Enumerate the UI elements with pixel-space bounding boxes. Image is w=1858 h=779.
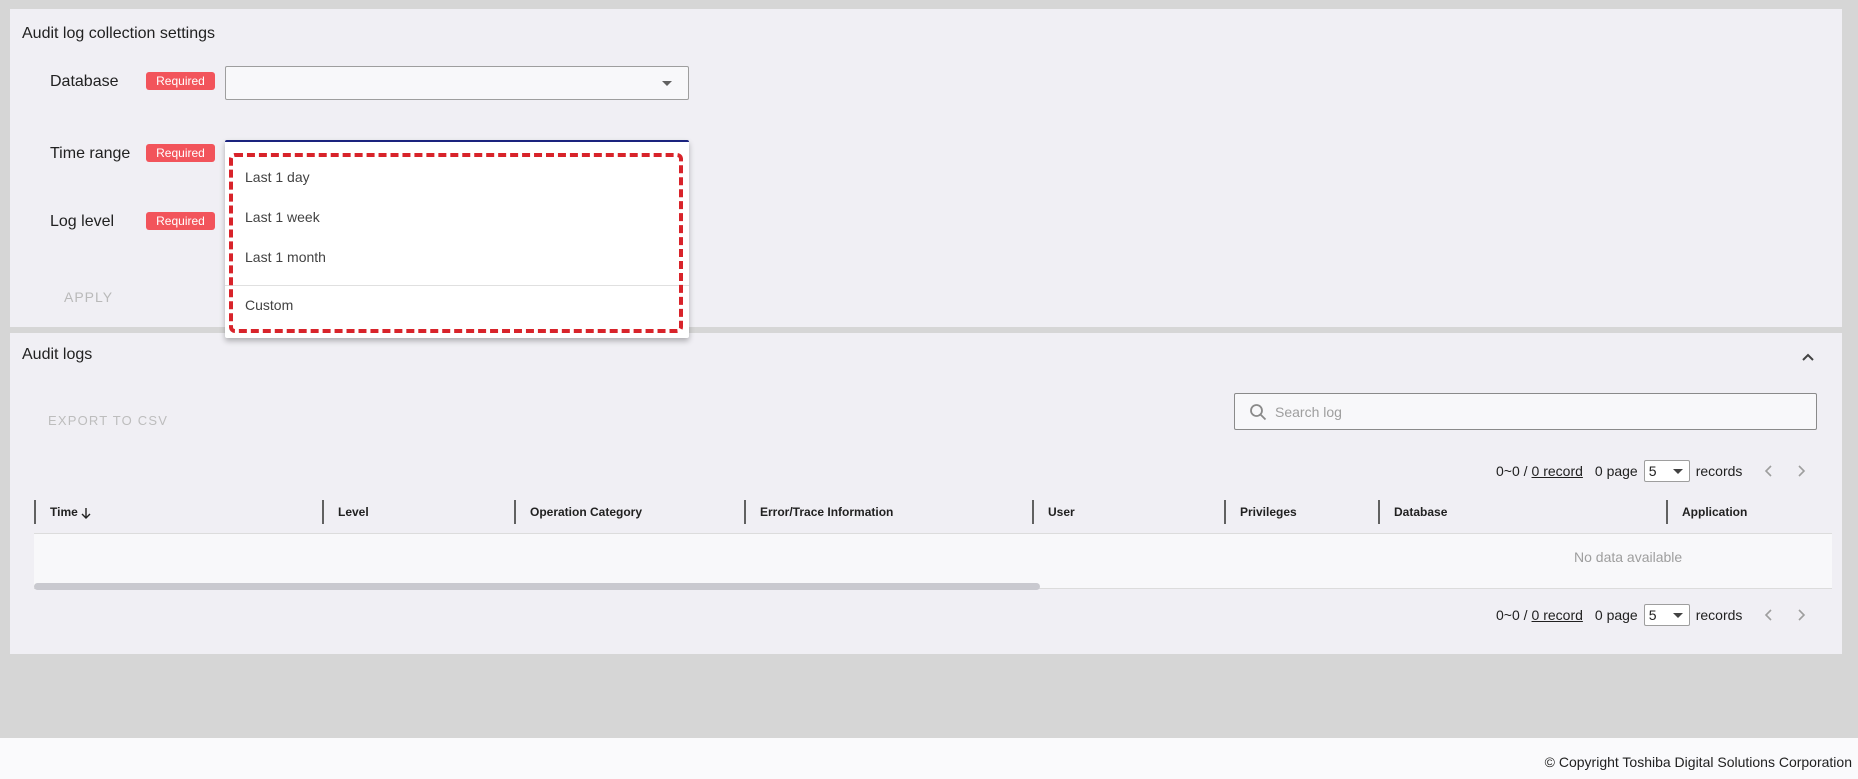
page-count: 0 page [1594,463,1638,479]
per-page-select[interactable]: 5 [1643,604,1690,626]
chevron-down-icon [662,81,672,86]
settings-panel-title: Audit log collection settings [22,25,215,42]
column-header-privileges[interactable]: Privileges [1224,500,1378,524]
column-header-level[interactable]: Level [322,500,514,524]
audit-log-table-body: No data available [34,533,1832,590]
column-header-application[interactable]: Application [1666,500,1832,524]
option-last-1-week[interactable]: Last 1 week [245,209,320,225]
per-page-select[interactable]: 5 [1643,460,1690,482]
per-page-value: 5 [1648,607,1657,623]
previous-page-icon[interactable] [1762,464,1776,478]
top-pager: 0~0 / 0 record 0 page 5 records [1496,459,1808,483]
pager-range: 0~0 / [1496,607,1528,623]
next-page-icon[interactable] [1794,464,1808,478]
menu-divider [225,285,689,286]
export-csv-button[interactable]: EXPORT TO CSV [48,413,168,428]
audit-logs-panel: Audit logs EXPORT TO CSV 0~0 / 0 record … [10,333,1842,654]
chevron-up-icon[interactable] [1800,349,1816,365]
page-count: 0 page [1594,607,1638,623]
audit-log-table-header: Time Level Operation Category Error/Trac… [34,500,1832,524]
option-custom[interactable]: Custom [245,297,293,313]
per-page-value: 5 [1648,463,1657,479]
column-header-time[interactable]: Time [34,500,322,524]
search-icon [1250,404,1267,421]
log-level-label: Log level [50,213,115,230]
option-last-1-month[interactable]: Last 1 month [245,249,326,265]
previous-page-icon[interactable] [1762,608,1776,622]
records-label: records [1695,607,1743,623]
search-log-input[interactable] [1275,394,1795,429]
next-page-icon[interactable] [1794,608,1808,622]
record-count-link[interactable]: 0 record [1532,463,1583,479]
search-log-field[interactable] [1234,393,1817,430]
time-range-dropdown-menu: Last 1 day Last 1 week Last 1 month Cust… [225,140,689,338]
apply-button[interactable]: APPLY [64,289,113,305]
records-label: records [1695,463,1743,479]
time-range-label: Time range [50,145,131,162]
column-header-error-trace[interactable]: Error/Trace Information [744,500,1032,524]
pager-range: 0~0 / [1496,463,1528,479]
column-header-user[interactable]: User [1032,500,1224,524]
record-count-link[interactable]: 0 record [1532,607,1583,623]
no-data-message: No data available [1574,549,1683,565]
database-label: Database [50,73,119,90]
option-last-1-day[interactable]: Last 1 day [245,169,310,185]
time-range-required-badge: Required [146,144,215,162]
column-header-database[interactable]: Database [1378,500,1666,524]
page-footer: © Copyright Toshiba Digital Solutions Co… [0,738,1858,779]
horizontal-scrollbar[interactable] [34,583,1040,590]
bottom-pager: 0~0 / 0 record 0 page 5 records [1496,603,1808,627]
sort-down-icon[interactable] [80,507,92,519]
logs-panel-title: Audit logs [22,346,93,363]
chevron-down-icon [1672,613,1683,618]
database-required-badge: Required [146,72,215,90]
column-header-operation-category[interactable]: Operation Category [514,500,744,524]
chevron-down-icon [1672,469,1683,474]
log-level-required-badge: Required [146,212,215,230]
copyright-text: © Copyright Toshiba Digital Solutions Co… [1544,754,1852,770]
database-select[interactable] [225,66,689,100]
